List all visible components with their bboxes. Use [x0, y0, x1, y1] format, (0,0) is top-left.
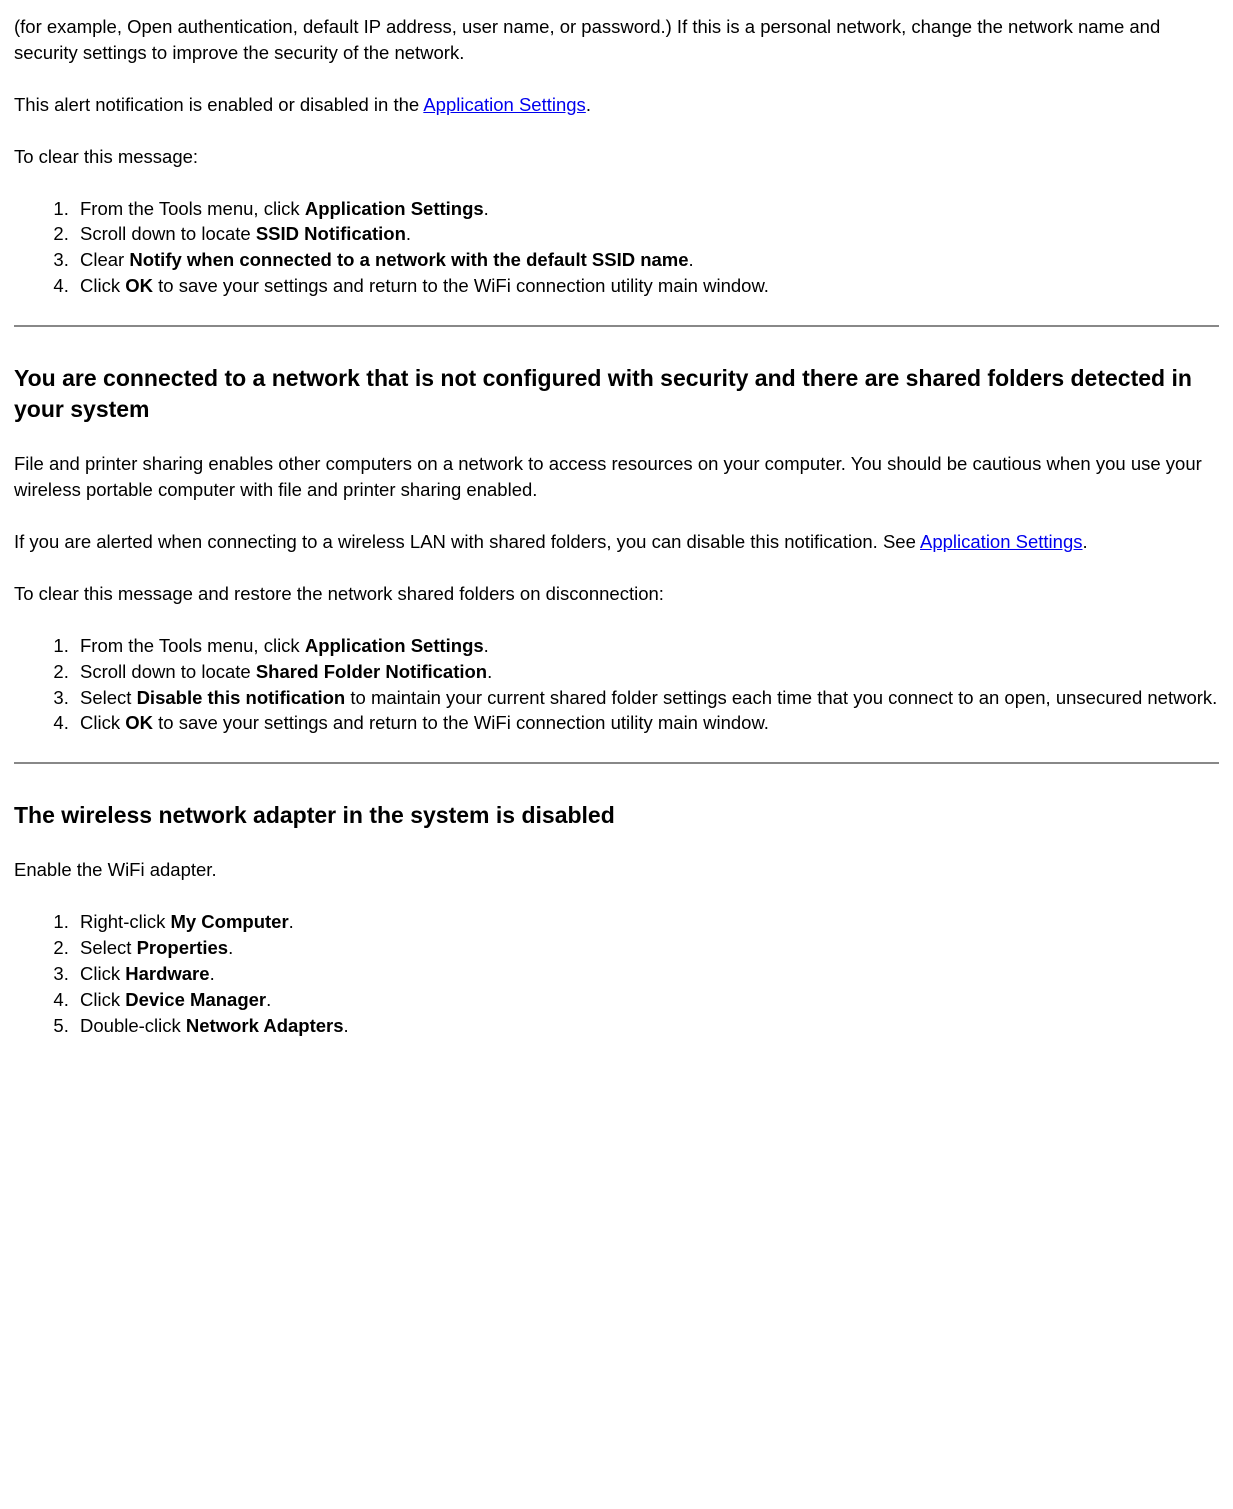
list-item: Click OK to save your settings and retur… [74, 273, 1219, 299]
divider [14, 325, 1219, 327]
alert-text-after: . [586, 94, 591, 115]
list-item: Clear Notify when connected to a network… [74, 247, 1219, 273]
steps-list-3: Right-click My Computer. Select Properti… [14, 909, 1219, 1038]
clear-message-intro: To clear this message: [14, 144, 1219, 170]
intro-paragraph: (for example, Open authentication, defau… [14, 14, 1219, 66]
list-item: From the Tools menu, click Application S… [74, 633, 1219, 659]
section-heading-adapter-disabled: The wireless network adapter in the syst… [14, 800, 1219, 831]
list-item: Right-click My Computer. [74, 909, 1219, 935]
para2-after: . [1083, 531, 1088, 552]
application-settings-link[interactable]: Application Settings [920, 531, 1083, 552]
list-item: Scroll down to locate Shared Folder Noti… [74, 659, 1219, 685]
shared-folders-para2: If you are alerted when connecting to a … [14, 529, 1219, 555]
alert-paragraph: This alert notification is enabled or di… [14, 92, 1219, 118]
section-heading-shared-folders: You are connected to a network that is n… [14, 363, 1219, 425]
divider [14, 762, 1219, 764]
enable-adapter-para: Enable the WiFi adapter. [14, 857, 1219, 883]
alert-text-before: This alert notification is enabled or di… [14, 94, 423, 115]
list-item: Scroll down to locate SSID Notification. [74, 221, 1219, 247]
list-item: Click OK to save your settings and retur… [74, 710, 1219, 736]
list-item: From the Tools menu, click Application S… [74, 196, 1219, 222]
steps-list-1: From the Tools menu, click Application S… [14, 196, 1219, 300]
list-item: Click Device Manager. [74, 987, 1219, 1013]
list-item: Double-click Network Adapters. [74, 1013, 1219, 1039]
steps-list-2: From the Tools menu, click Application S… [14, 633, 1219, 737]
list-item: Select Properties. [74, 935, 1219, 961]
para2-before: If you are alerted when connecting to a … [14, 531, 920, 552]
clear-message-intro-2: To clear this message and restore the ne… [14, 581, 1219, 607]
shared-folders-para1: File and printer sharing enables other c… [14, 451, 1219, 503]
list-item: Select Disable this notification to main… [74, 685, 1219, 711]
application-settings-link[interactable]: Application Settings [423, 94, 586, 115]
list-item: Click Hardware. [74, 961, 1219, 987]
